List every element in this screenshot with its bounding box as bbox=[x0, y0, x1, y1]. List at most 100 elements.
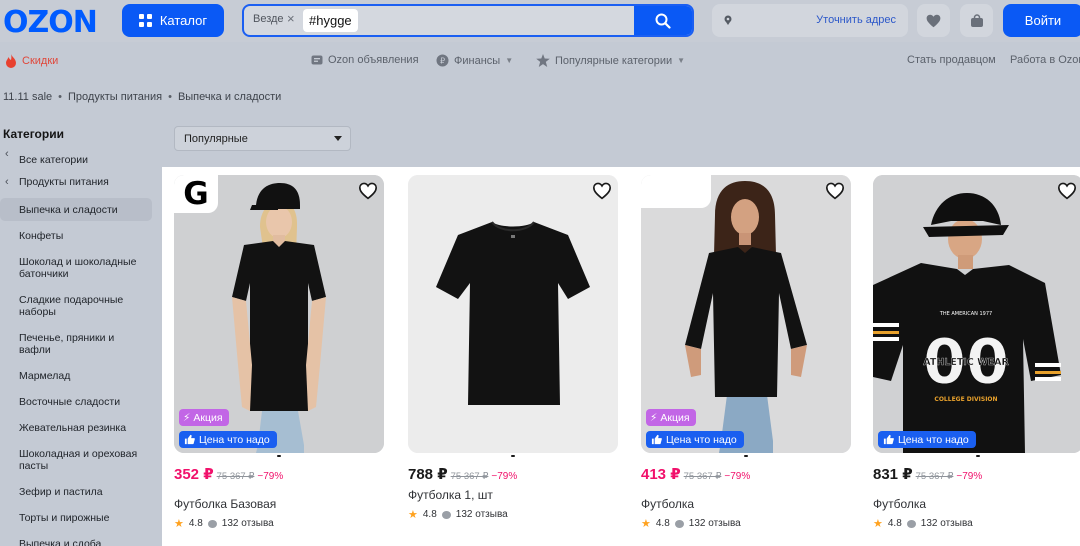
search-button[interactable] bbox=[634, 6, 692, 35]
old-price: 75 367 ₽ bbox=[915, 471, 954, 482]
review-bubble-icon bbox=[674, 519, 684, 528]
price-row: 413 ₽ 75 367 ₽ −79% bbox=[641, 465, 851, 483]
breadcrumb-item[interactable]: Выпечка и сладости bbox=[178, 91, 281, 103]
search-input[interactable]: #hygge bbox=[303, 9, 358, 32]
favorite-heart-icon[interactable] bbox=[825, 182, 845, 200]
product-card[interactable]: THE AMERICAN 1977 00 ATHLETIC WEAR COLLE… bbox=[873, 175, 1080, 530]
bag-icon bbox=[970, 13, 983, 27]
category-item-gum[interactable]: Жевательная резинка bbox=[0, 413, 152, 439]
sort-select[interactable]: Популярные bbox=[174, 126, 351, 151]
product-image[interactable] bbox=[408, 175, 618, 453]
reviews-count[interactable]: 132 отзыва bbox=[921, 518, 973, 529]
chevron-down-icon: ▼ bbox=[505, 56, 514, 65]
shirt-print-mid: ATHLETIC WEAR bbox=[923, 357, 1009, 368]
product-title[interactable]: Футболка Базовая bbox=[174, 497, 384, 511]
good-price-label: Цена что надо bbox=[666, 433, 737, 446]
image-corner bbox=[641, 175, 711, 208]
category-item-zefir[interactable]: Зефир и пастила bbox=[0, 477, 152, 503]
category-label: Зефир и пастила bbox=[19, 486, 103, 498]
product-card[interactable]: 788 ₽ 75 367 ₽ −79% Футболка 1, шт ★ 4.8… bbox=[408, 175, 618, 521]
nav-work[interactable]: Работа в Ozon bbox=[1010, 54, 1080, 66]
product-image[interactable]: ⚡ Акция Цена что надо bbox=[641, 175, 851, 453]
address-selector[interactable]: Уточнить адрес bbox=[712, 4, 908, 37]
category-item-gift-sets[interactable]: Сладкие подарочные наборы bbox=[0, 285, 152, 323]
nav-ads[interactable]: Ozon объявления bbox=[311, 54, 419, 66]
search-scope-select[interactable]: Везде bbox=[253, 13, 284, 25]
category-item-oriental[interactable]: Восточные сладости bbox=[0, 387, 152, 413]
nav-finance[interactable]: ₽ Финансы ▼ bbox=[436, 54, 513, 67]
reviews-count[interactable]: 132 отзыва bbox=[689, 518, 741, 529]
product-title[interactable]: Футболка bbox=[873, 497, 1080, 511]
catalog-button[interactable]: Каталог bbox=[122, 4, 224, 37]
cart-button[interactable] bbox=[960, 4, 993, 37]
shirt-print-bottom: COLLEGE DIVISION bbox=[934, 396, 997, 403]
image-pager[interactable] bbox=[740, 455, 752, 458]
nav-popular[interactable]: Популярные категории ▼ bbox=[536, 54, 685, 67]
promo-badge: ⚡ Акция bbox=[179, 409, 229, 426]
category-item-all[interactable]: ‹ Все категории bbox=[0, 148, 152, 172]
star-icon bbox=[536, 54, 550, 67]
tshirt-photo bbox=[408, 175, 618, 453]
chevron-down-icon: ▼ bbox=[677, 56, 686, 65]
grid-icon bbox=[138, 14, 152, 27]
image-pager[interactable] bbox=[273, 455, 285, 458]
top-nav: Скидки Ozon объявления ₽ Финансы ▼ Попул… bbox=[0, 48, 1080, 74]
catalog-label: Каталог bbox=[159, 13, 208, 28]
product-title[interactable]: Футболка 1, шт bbox=[408, 488, 618, 502]
discount: −79% bbox=[956, 471, 983, 482]
category-item-bakery[interactable]: Выпечка и сладости bbox=[0, 198, 152, 221]
nav-popular-label: Популярные категории bbox=[555, 54, 673, 67]
favorites-button[interactable] bbox=[917, 4, 950, 37]
svg-text:₽: ₽ bbox=[440, 57, 445, 66]
caret-down-icon bbox=[334, 136, 342, 141]
category-label: Печенье, пряники и вафли bbox=[19, 332, 115, 356]
reviews-count[interactable]: 132 отзыва bbox=[456, 509, 508, 520]
category-item-cookies[interactable]: Печенье, пряники и вафли bbox=[0, 323, 152, 361]
image-pager[interactable] bbox=[507, 455, 519, 458]
category-item-food[interactable]: ‹ Продукты питания bbox=[0, 172, 152, 198]
review-bubble-icon bbox=[906, 519, 916, 528]
category-item-chocolate[interactable]: Шоколад и шоколадные батончики bbox=[0, 247, 152, 285]
category-item-candy[interactable]: Конфеты bbox=[0, 221, 152, 247]
category-item-pastry[interactable]: Выпечка и сдоба bbox=[0, 529, 152, 546]
brand-logo: G bbox=[174, 175, 218, 213]
breadcrumb-item[interactable]: 11.11 sale bbox=[3, 91, 52, 103]
ozon-logo[interactable]: OZON bbox=[3, 5, 98, 40]
product-image[interactable]: G ⚡ Акция Цена что надо bbox=[174, 175, 384, 453]
login-button[interactable]: Войти bbox=[1003, 4, 1080, 37]
clear-scope-icon[interactable]: × bbox=[287, 11, 295, 26]
nav-ads-label: Ozon объявления bbox=[328, 54, 419, 66]
favorite-heart-icon[interactable] bbox=[1057, 182, 1077, 200]
product-card[interactable]: G ⚡ Акция Цена что надо 352 ₽ 75 367 ₽ −… bbox=[174, 175, 384, 530]
price-row: 352 ₽ 75 367 ₽ −79% bbox=[174, 465, 384, 483]
category-item-marmalade[interactable]: Мармелад bbox=[0, 361, 152, 387]
category-label: Продукты питания bbox=[19, 176, 109, 188]
rating-row: ★ 4.8 132 отзыва bbox=[873, 517, 1080, 530]
price-row: 831 ₽ 75 367 ₽ −79% bbox=[873, 465, 1080, 483]
favorite-heart-icon[interactable] bbox=[358, 182, 378, 200]
product-title[interactable]: Футболка bbox=[641, 497, 851, 511]
star-icon: ★ bbox=[641, 518, 651, 530]
breadcrumb: 11.11 sale • Продукты питания • Выпечка … bbox=[3, 91, 281, 103]
address-link[interactable]: Уточнить адрес bbox=[816, 14, 896, 26]
lightning-icon: ⚡ bbox=[183, 411, 191, 424]
search-box[interactable]: Везде × #hygge bbox=[242, 4, 694, 37]
chevron-left-icon: ‹ bbox=[5, 148, 9, 160]
breadcrumb-item[interactable]: Продукты питания bbox=[68, 91, 162, 103]
thumbs-up-icon bbox=[883, 434, 894, 445]
favorite-heart-icon[interactable] bbox=[592, 182, 612, 200]
old-price: 75 367 ₽ bbox=[216, 471, 255, 482]
product-image[interactable]: THE AMERICAN 1977 00 ATHLETIC WEAR COLLE… bbox=[873, 175, 1080, 453]
breadcrumb-separator: • bbox=[58, 91, 62, 103]
category-item-cakes[interactable]: Торты и пирожные bbox=[0, 503, 152, 529]
price: 788 ₽ bbox=[408, 466, 448, 483]
reviews-count[interactable]: 132 отзыва bbox=[222, 518, 274, 529]
nav-sale[interactable]: Скидки bbox=[5, 54, 58, 68]
image-pager[interactable] bbox=[972, 455, 984, 458]
category-label: Выпечка и сдоба bbox=[19, 538, 102, 546]
product-card[interactable]: ⚡ Акция Цена что надо 413 ₽ 75 367 ₽ −79… bbox=[641, 175, 851, 530]
category-label: Торты и пирожные bbox=[19, 512, 110, 524]
price: 352 ₽ bbox=[174, 466, 214, 483]
nav-become-seller[interactable]: Стать продавцом bbox=[907, 54, 996, 66]
category-item-spreads[interactable]: Шоколадная и ореховая пасты bbox=[0, 439, 152, 477]
